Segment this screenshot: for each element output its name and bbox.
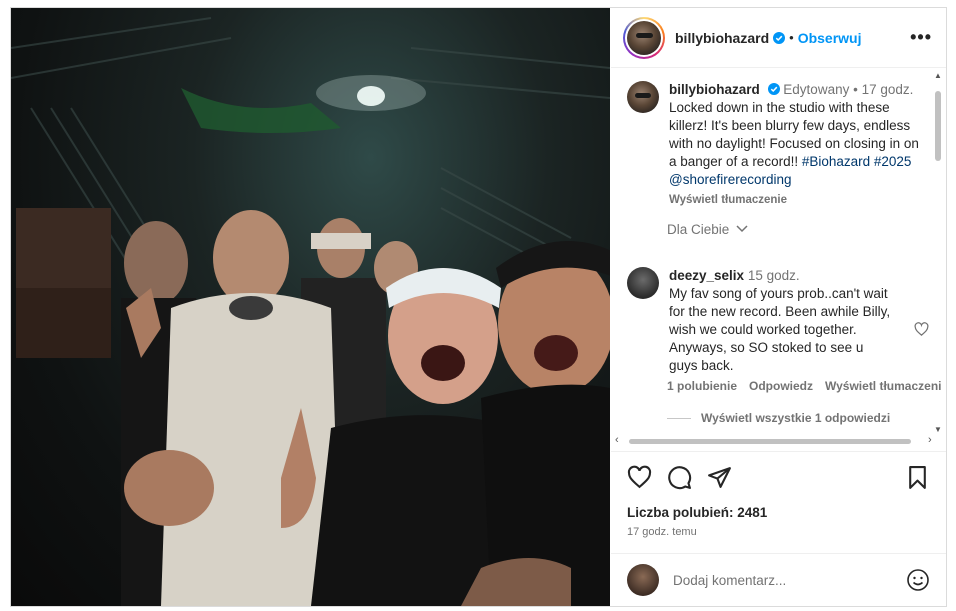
post-header: billybiohazard • Obserwuj ••• <box>611 8 946 68</box>
comment-avatar[interactable] <box>627 267 659 299</box>
vertical-scrollbar[interactable]: ▲ ▼ <box>934 71 942 437</box>
caption-username[interactable]: billybiohazard <box>669 82 760 97</box>
comments-scroll-area[interactable]: billybiohazard Edytowany • 17 godz. Lock… <box>611 69 946 451</box>
caption: billybiohazard Edytowany • 17 godz. Lock… <box>627 81 927 209</box>
follow-button[interactable]: Obserwuj <box>798 30 862 46</box>
horizontal-scrollbar-thumb[interactable] <box>629 439 911 444</box>
chevron-down-icon <box>736 225 748 233</box>
scroll-right-arrow-icon[interactable]: › <box>928 434 932 446</box>
more-options-button[interactable]: ••• <box>910 27 932 48</box>
caption-translate-link[interactable]: Wyświetl tłumaczenie <box>669 191 927 209</box>
replies-divider <box>667 417 691 419</box>
sort-label: Dla Ciebie <box>667 222 730 237</box>
scroll-left-arrow-icon[interactable]: ‹ <box>615 434 619 446</box>
comment-like-icon[interactable] <box>914 322 929 337</box>
emoji-icon[interactable] <box>906 568 930 592</box>
scroll-up-arrow-icon[interactable]: ▲ <box>934 71 942 80</box>
photo-illustration <box>11 17 610 606</box>
story-ring[interactable] <box>623 16 665 59</box>
horizontal-scrollbar[interactable]: ‹ › <box>615 434 940 446</box>
likes-count[interactable]: Liczba polubień: 2481 <box>627 505 767 520</box>
comment-sort-dropdown[interactable]: Dla Ciebie <box>667 222 748 237</box>
verified-icon <box>767 83 780 95</box>
comment-composer <box>611 553 946 606</box>
post-actions: Liczba polubień: 2481 17 godz. temu <box>611 451 946 541</box>
bookmark-icon[interactable] <box>905 465 930 490</box>
share-icon[interactable] <box>707 465 732 490</box>
avatar <box>627 20 661 55</box>
post-timestamp[interactable]: 17 godz. temu <box>627 526 697 538</box>
separator-dot: • <box>853 82 858 97</box>
comment-input[interactable] <box>673 572 893 588</box>
scrollbar-thumb[interactable] <box>935 91 941 161</box>
comment-icon[interactable] <box>667 465 692 490</box>
view-replies-button[interactable]: Wyświetl wszystkie 1 odpowiedzi <box>667 411 890 425</box>
post-photo[interactable] <box>11 8 610 606</box>
separator-dot: • <box>789 30 794 45</box>
caption-avatar[interactable] <box>627 81 659 113</box>
post-dialog: billybiohazard • Obserwuj ••• billybioha… <box>10 7 947 607</box>
post-side-panel: billybiohazard • Obserwuj ••• billybioha… <box>611 8 946 606</box>
verified-icon <box>773 31 786 44</box>
current-user-avatar <box>627 564 659 596</box>
comment-likes-count[interactable]: 1 polubienie <box>667 379 737 393</box>
author-username[interactable]: billybiohazard <box>675 30 769 46</box>
edited-label: Edytowany <box>783 82 850 97</box>
caption-time[interactable]: 17 godz. <box>862 82 914 97</box>
caption-text: Locked down in the studio with these kil… <box>669 100 919 187</box>
comment-time[interactable]: 15 godz. <box>748 268 800 283</box>
comment-item: deezy_selix 15 godz. My fav song of your… <box>627 267 929 375</box>
reply-button[interactable]: Odpowiedz <box>749 379 813 393</box>
view-replies-label: Wyświetl wszystkie 1 odpowiedzi <box>701 411 891 425</box>
comment-username[interactable]: deezy_selix <box>669 268 744 283</box>
scroll-down-arrow-icon[interactable]: ▼ <box>934 425 942 434</box>
comment-actions: 1 polubienie Odpowiedz Wyświetl tłumacze… <box>667 379 942 393</box>
comment-translate-link[interactable]: Wyświetl tłumaczeni <box>825 379 941 393</box>
heart-icon[interactable] <box>627 465 652 490</box>
comment-text: My fav song of yours prob..can't wait fo… <box>669 286 891 373</box>
